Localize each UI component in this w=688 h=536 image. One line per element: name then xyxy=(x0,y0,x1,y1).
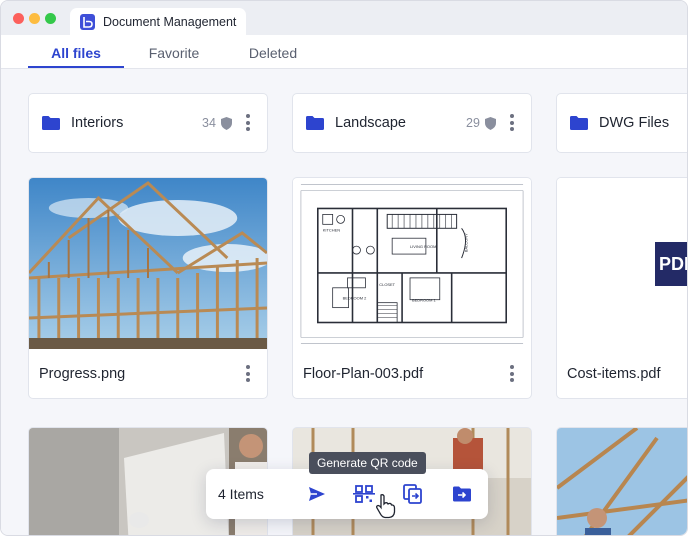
room-label-balcony: BALCONY xyxy=(464,233,469,252)
folder-name: Interiors xyxy=(71,115,124,131)
copy-to-icon[interactable] xyxy=(402,483,424,505)
more-options-icon[interactable] xyxy=(507,365,517,385)
file-name: Cost-items.pdf xyxy=(567,366,661,382)
shield-icon xyxy=(485,117,496,130)
pdf-thumbnail: PDF xyxy=(557,178,687,349)
minimize-window-button[interactable] xyxy=(29,13,40,24)
send-icon[interactable] xyxy=(306,483,328,505)
folder-name: DWG Files xyxy=(599,115,670,131)
more-options-icon[interactable] xyxy=(243,114,253,134)
folder-icon xyxy=(42,116,60,130)
hand-pointer-cursor-icon xyxy=(376,494,396,519)
folder-item-count: 34 xyxy=(202,116,216,130)
folder-card-dwg-files[interactable]: DWG Files xyxy=(556,93,687,153)
more-options-icon[interactable] xyxy=(243,365,253,385)
tab-deleted[interactable]: Deleted xyxy=(231,35,315,69)
app-logo-icon xyxy=(80,13,95,30)
qr-code-icon[interactable] xyxy=(353,483,375,505)
pdf-icon: PDF xyxy=(655,242,687,286)
move-to-folder-icon[interactable] xyxy=(451,483,473,505)
close-window-button[interactable] xyxy=(13,13,24,24)
tab-favorite[interactable]: Favorite xyxy=(131,35,217,69)
file-card-progress[interactable]: Progress.png xyxy=(28,177,268,399)
folder-card-interiors[interactable]: Interiors 34 xyxy=(28,93,268,153)
app-window: Document Management All files Favorite D… xyxy=(0,0,688,536)
browser-tab[interactable]: Document Management xyxy=(70,8,246,35)
top-nav: All files Favorite Deleted xyxy=(1,35,687,69)
room-label-living-room: LIVING ROOM xyxy=(410,244,436,249)
floor-plan-drawing: KITCHEN LIVING ROOM BEDROOM 2 BEDROOM 1 … xyxy=(293,178,531,349)
folder-item-count: 29 xyxy=(466,116,480,130)
room-label-bedroom-2: BEDROOM 2 xyxy=(343,296,367,301)
tooltip-generate-qr-code: Generate QR code xyxy=(309,452,426,474)
maximize-window-button[interactable] xyxy=(45,13,56,24)
file-card-cost-items[interactable]: PDF Cost-items.pdf xyxy=(556,177,687,399)
folder-icon xyxy=(306,116,324,130)
file-name: Floor-Plan-003.pdf xyxy=(303,366,424,382)
selected-items-count: 4 Items xyxy=(218,486,264,502)
file-card-floor-plan[interactable]: KITCHEN LIVING ROOM BEDROOM 2 BEDROOM 1 … xyxy=(292,177,532,399)
shield-icon xyxy=(221,117,232,130)
folder-icon xyxy=(570,116,588,130)
house-framing-photo xyxy=(29,178,267,349)
room-label-closet: CLOSET xyxy=(379,282,395,287)
file-card-roof-photo[interactable] xyxy=(556,427,687,535)
folder-card-landscape[interactable]: Landscape 29 xyxy=(292,93,532,153)
tab-title: Document Management xyxy=(103,14,237,29)
roof-framing-photo xyxy=(557,428,687,535)
selection-action-bar: 4 Items xyxy=(206,469,488,519)
title-bar: Document Management xyxy=(1,1,687,35)
folder-name: Landscape xyxy=(335,115,406,131)
room-label-bedroom-1: BEDROOM 1 xyxy=(412,298,436,303)
tab-all-files[interactable]: All files xyxy=(28,35,124,69)
more-options-icon[interactable] xyxy=(507,114,517,134)
file-name: Progress.png xyxy=(39,366,126,382)
active-tab-indicator xyxy=(28,66,124,68)
room-label-kitchen: KITCHEN xyxy=(323,227,340,232)
